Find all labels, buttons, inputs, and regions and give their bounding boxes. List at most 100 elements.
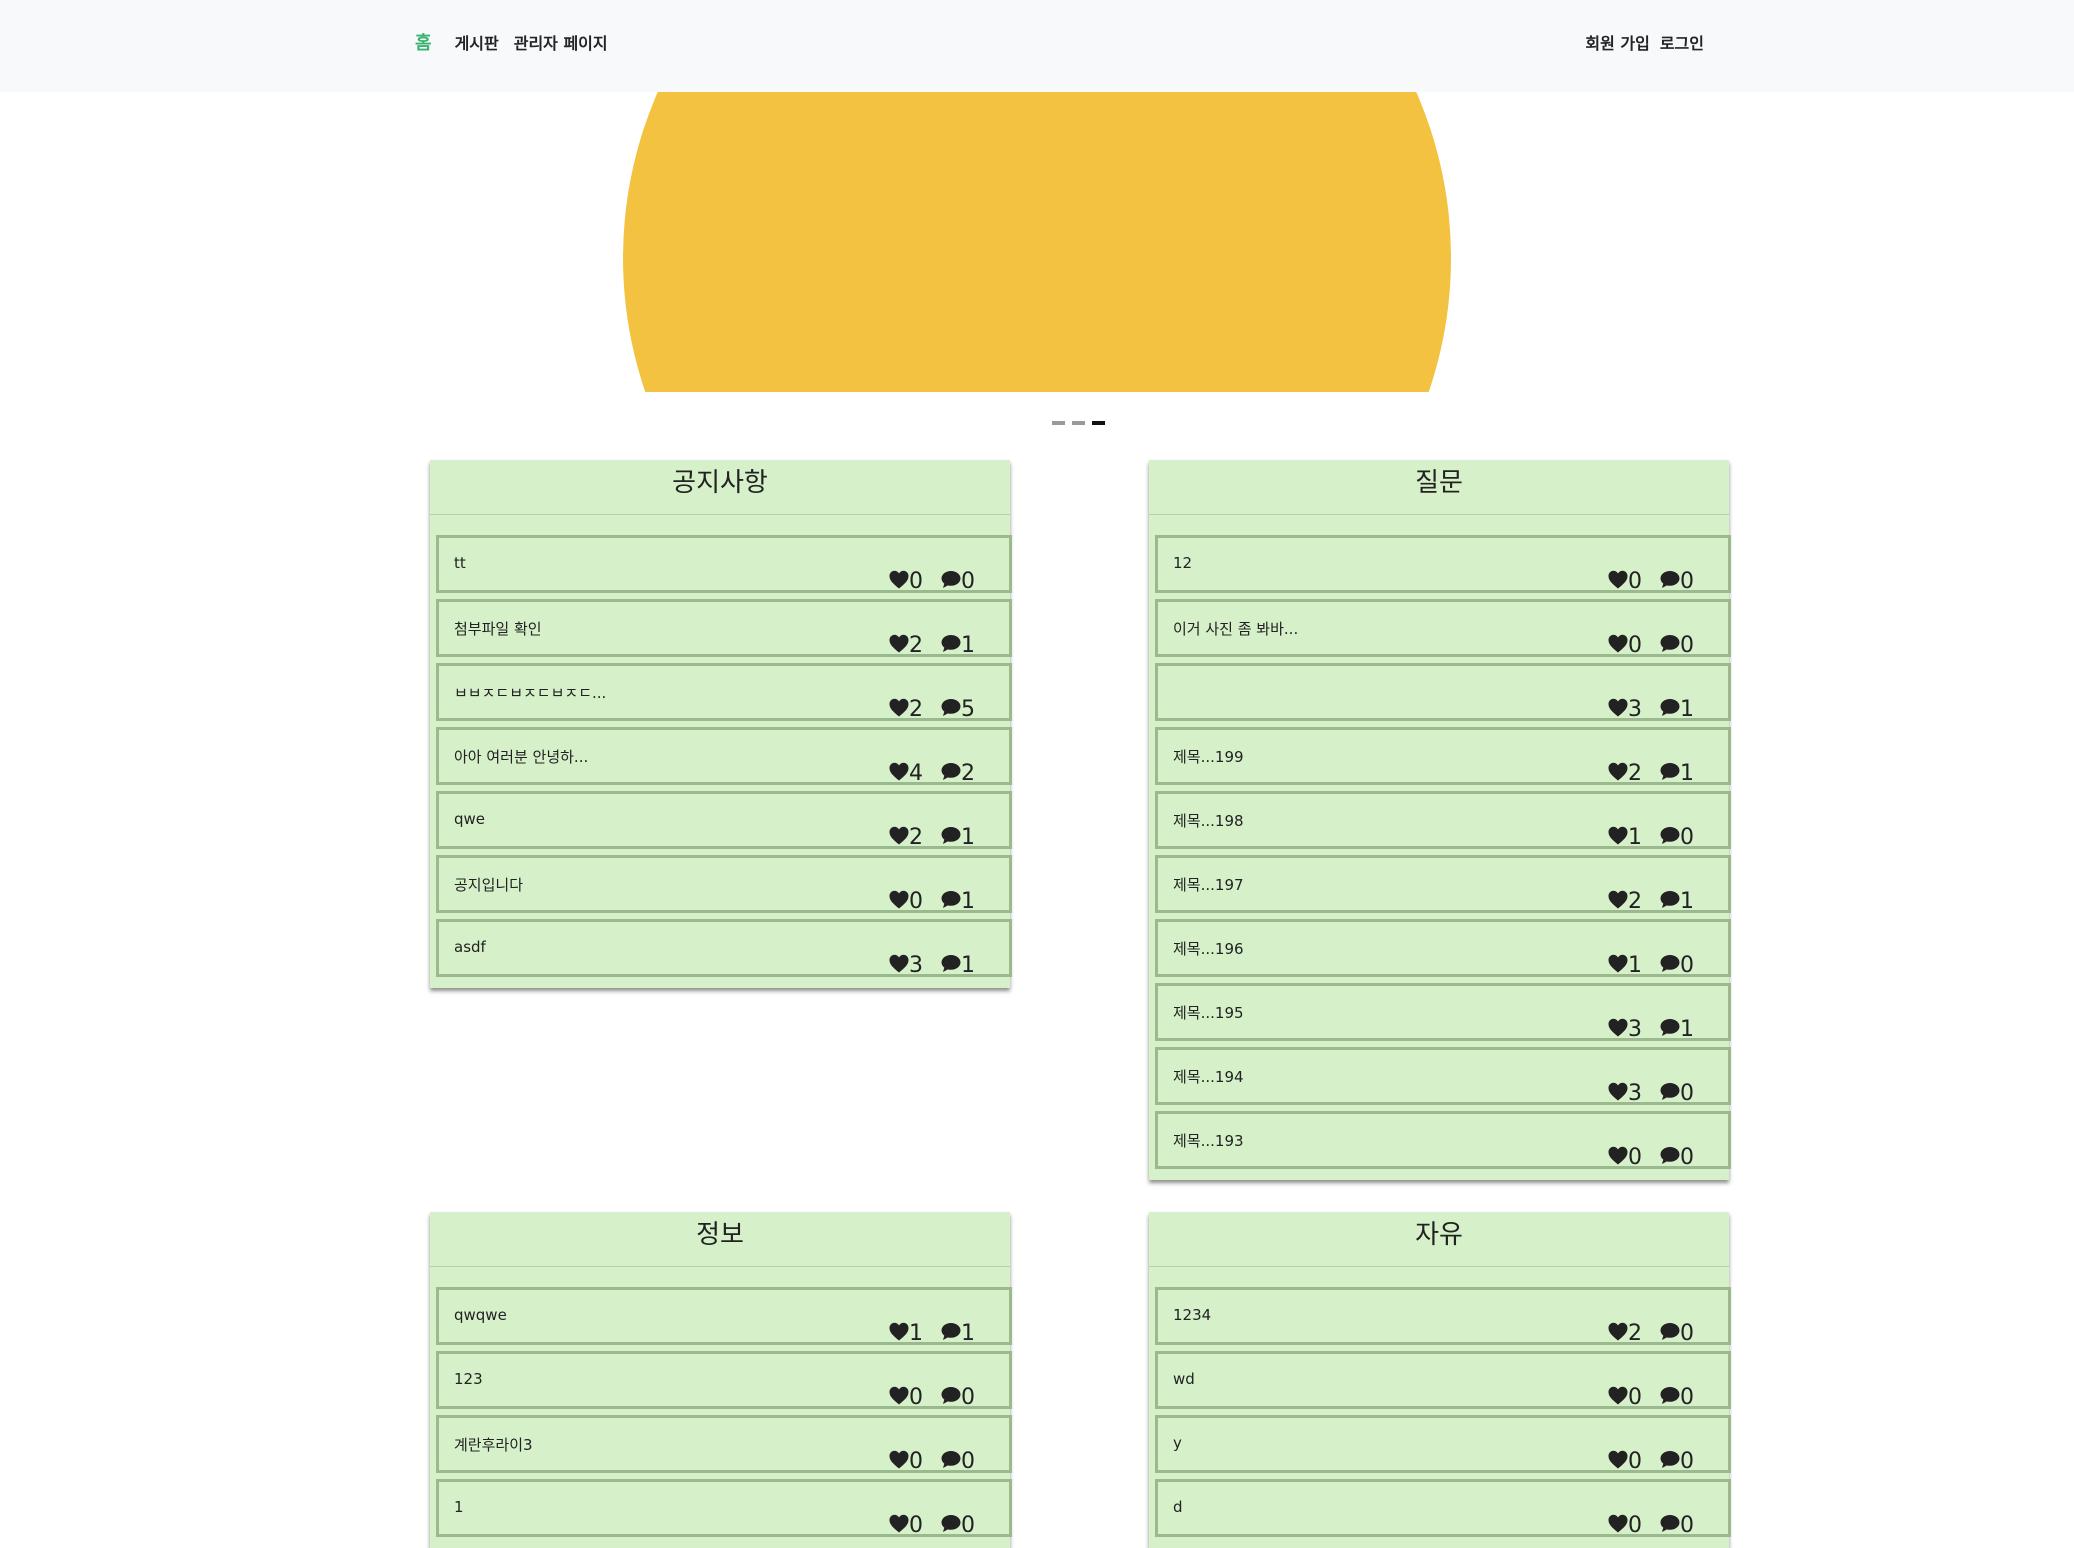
post-title[interactable]: ㅂㅂㅈㄷㅂㅈㄷㅂㅈㄷ... bbox=[454, 682, 606, 703]
nav-signup-link[interactable]: 회원 가입 bbox=[1585, 30, 1649, 54]
carousel-slide-image bbox=[623, 92, 1451, 392]
comment-icon bbox=[1660, 762, 1680, 786]
post-title[interactable]: 1 bbox=[454, 1498, 464, 1516]
nav-admin-link[interactable]: 관리자 페이지 bbox=[514, 30, 608, 54]
post-stats: 31 bbox=[1608, 1018, 1694, 1042]
comment-count: 0 bbox=[1660, 826, 1694, 850]
carousel-indicator-3[interactable] bbox=[1092, 421, 1105, 425]
comment-count: 1 bbox=[1660, 1018, 1694, 1042]
post-item[interactable]: asdf 3 1 bbox=[436, 919, 1012, 977]
post-title[interactable]: 제목...198 bbox=[1173, 810, 1244, 831]
post-title[interactable]: 제목...195 bbox=[1173, 1002, 1244, 1023]
heart-icon bbox=[889, 1514, 909, 1538]
comment-count: 1 bbox=[1660, 698, 1694, 722]
post-title[interactable]: 아아 여러분 안녕하... bbox=[454, 746, 588, 767]
comment-icon bbox=[941, 570, 961, 594]
post-item[interactable]: 제목...199 2 1 bbox=[1155, 727, 1731, 785]
post-item[interactable]: tt 0 0 bbox=[436, 535, 1012, 593]
nav-login-link[interactable]: 로그인 bbox=[1660, 30, 1704, 54]
post-title[interactable]: 제목...196 bbox=[1173, 938, 1244, 959]
post-title[interactable]: qwqwe bbox=[454, 1306, 507, 1324]
post-item[interactable]: ㅂㅂㅈㄷㅂㅈㄷㅂㅈㄷ... 2 5 bbox=[436, 663, 1012, 721]
like-count: 0 bbox=[889, 1514, 923, 1538]
post-title[interactable]: 제목...199 bbox=[1173, 746, 1244, 767]
comment-icon bbox=[1660, 698, 1680, 722]
heart-icon bbox=[889, 570, 909, 594]
post-title[interactable]: 첨부파일 확인 bbox=[454, 618, 542, 639]
post-item[interactable]: y00 bbox=[1155, 1415, 1731, 1473]
comment-value: 0 bbox=[961, 569, 975, 594]
board-free: 자유 1234 2 0 wd 0 0 y 0 0 d 0 0 bbox=[1149, 1212, 1731, 1548]
comment-count: 0 bbox=[1660, 634, 1694, 658]
post-title[interactable]: wd bbox=[1173, 1370, 1195, 1388]
post-item[interactable]: 이거 사진 좀 봐바... 0 0 bbox=[1155, 599, 1731, 657]
post-title[interactable]: tt bbox=[454, 554, 466, 572]
post-title[interactable]: 계란후라이3 bbox=[454, 1434, 533, 1455]
post-item[interactable]: 아아 여러분 안녕하... 4 2 bbox=[436, 727, 1012, 785]
post-item[interactable]: 제목...197 2 1 bbox=[1155, 855, 1731, 913]
heart-icon bbox=[889, 634, 909, 658]
post-title[interactable]: 1234 bbox=[1173, 1306, 1211, 1324]
post-item[interactable]: 첨부파일 확인 2 1 bbox=[436, 599, 1012, 657]
comment-icon bbox=[941, 1386, 961, 1410]
heart-icon bbox=[1608, 1018, 1628, 1042]
like-count: 0 bbox=[889, 1450, 923, 1474]
like-value: 0 bbox=[909, 569, 923, 594]
comment-count: 0 bbox=[1660, 954, 1694, 978]
post-title[interactable]: qwe bbox=[454, 810, 485, 828]
comment-icon bbox=[1660, 1514, 1680, 1538]
comment-value: 0 bbox=[1680, 633, 1694, 658]
post-item[interactable]: 123 0 0 bbox=[436, 1351, 1012, 1409]
post-title[interactable]: d bbox=[1173, 1498, 1183, 1516]
post-item[interactable]: 12 0 0 bbox=[1155, 535, 1731, 593]
board-title[interactable]: 자유 bbox=[1149, 1212, 1729, 1267]
board-title[interactable]: 공지사항 bbox=[430, 460, 1010, 515]
heart-icon bbox=[1608, 1450, 1628, 1474]
comment-value: 1 bbox=[961, 633, 975, 658]
comment-icon bbox=[941, 762, 961, 786]
post-item[interactable]: d 00 bbox=[1155, 1479, 1731, 1537]
post-item[interactable]: qwe 2 1 bbox=[436, 791, 1012, 849]
like-count: 0 bbox=[889, 1386, 923, 1410]
post-item[interactable]: 계란후라이3 0 0 bbox=[436, 1415, 1012, 1473]
post-title[interactable]: asdf bbox=[454, 938, 486, 956]
board-title[interactable]: 정보 bbox=[430, 1212, 1010, 1267]
like-count: 2 bbox=[1608, 1322, 1642, 1346]
post-title[interactable]: 제목...197 bbox=[1173, 874, 1244, 895]
comment-count: 0 bbox=[1660, 1082, 1694, 1106]
post-stats: 21 bbox=[889, 634, 975, 658]
like-count: 0 bbox=[889, 890, 923, 914]
like-count: 0 bbox=[1608, 634, 1642, 658]
post-title[interactable]: 제목...193 bbox=[1173, 1130, 1244, 1151]
comment-count: 1 bbox=[1660, 890, 1694, 914]
carousel-indicator-1[interactable] bbox=[1052, 421, 1065, 425]
post-title[interactable]: y bbox=[1173, 1434, 1182, 1452]
post-title[interactable]: 제목...194 bbox=[1173, 1066, 1244, 1087]
post-item[interactable]: 제목...196 1 0 bbox=[1155, 919, 1731, 977]
carousel-indicator-2[interactable] bbox=[1072, 421, 1085, 425]
post-title[interactable]: 이거 사진 좀 봐바... bbox=[1173, 618, 1298, 639]
post-item[interactable]: 공지입니다 0 1 bbox=[436, 855, 1012, 913]
nav-board-link[interactable]: 게시판 bbox=[455, 30, 499, 54]
hero-carousel[interactable] bbox=[623, 92, 1451, 392]
post-item[interactable]: qwqwe 1 1 bbox=[436, 1287, 1012, 1345]
post-item[interactable]: 제목...193 0 0 bbox=[1155, 1111, 1731, 1169]
post-item[interactable]: 제목...194 3 0 bbox=[1155, 1047, 1731, 1105]
comment-value: 1 bbox=[1680, 889, 1694, 914]
post-item[interactable]: 제목...198 1 0 bbox=[1155, 791, 1731, 849]
heart-icon bbox=[1608, 1322, 1628, 1346]
like-value: 3 bbox=[1628, 1081, 1642, 1106]
post-title[interactable]: 123 bbox=[454, 1370, 483, 1388]
like-value: 2 bbox=[909, 697, 923, 722]
post-item[interactable]: 31 bbox=[1155, 663, 1731, 721]
post-item[interactable]: 제목...195 3 1 bbox=[1155, 983, 1731, 1041]
post-stats: 00 bbox=[1608, 1514, 1694, 1538]
post-stats: 00 bbox=[1608, 570, 1694, 594]
post-title[interactable]: 12 bbox=[1173, 554, 1192, 572]
board-title[interactable]: 질문 bbox=[1149, 460, 1729, 515]
nav-home-link[interactable]: 홈 bbox=[415, 29, 432, 55]
post-item[interactable]: 1234 2 0 bbox=[1155, 1287, 1731, 1345]
post-item[interactable]: wd 0 0 bbox=[1155, 1351, 1731, 1409]
post-item[interactable]: 1 00 bbox=[436, 1479, 1012, 1537]
post-title[interactable]: 공지입니다 bbox=[454, 874, 523, 895]
